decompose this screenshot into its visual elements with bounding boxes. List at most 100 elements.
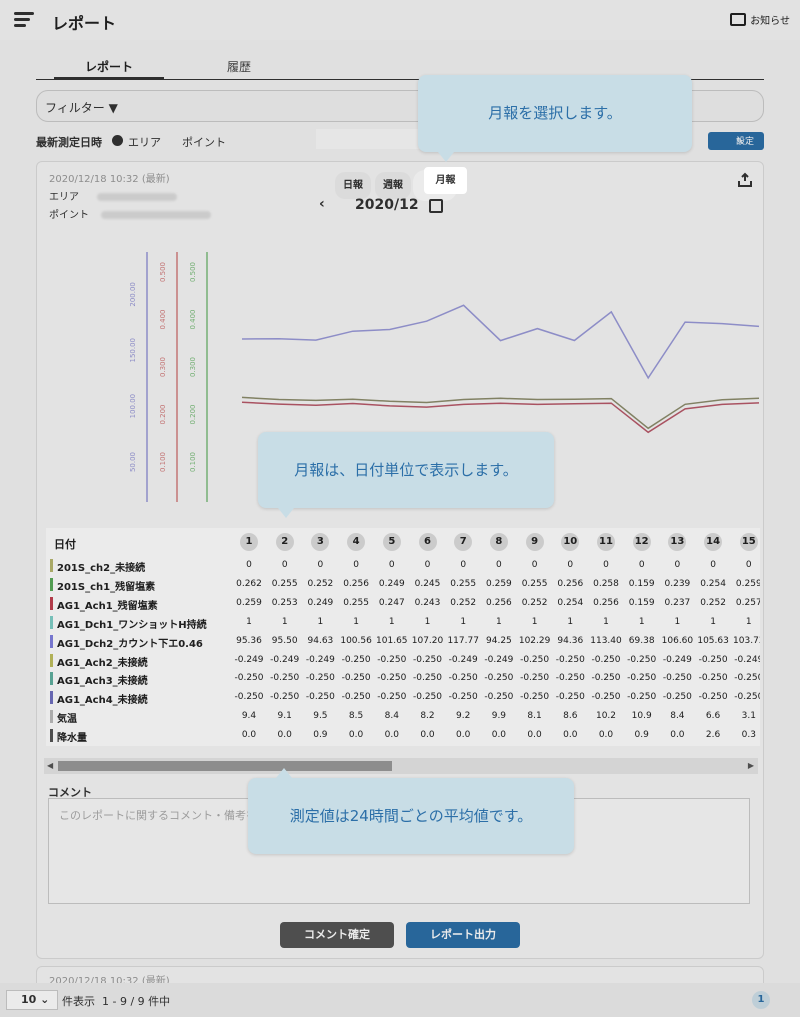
period-weekly-button[interactable]: 週報 — [375, 172, 411, 199]
table-cell: -0.250 — [412, 654, 442, 665]
day-header: 4 — [347, 533, 366, 551]
table-cell: 8.5 — [348, 711, 364, 722]
table-cell: 117.77 — [447, 635, 479, 646]
table-row: 201S_ch1_残留塩素 0.262 0.255 0.252 0.256 0.249 0.… — [46, 575, 760, 594]
table-cell: -0.250 — [377, 654, 407, 665]
result-range: 1 - 9 / 9 件中 — [102, 995, 171, 1008]
chevron-down-icon[interactable] — [112, 135, 123, 146]
per-page-unit: 件表示 — [62, 995, 95, 1008]
table-cell: -0.250 — [305, 692, 335, 703]
row-label: AG1_Ach2_未接続 — [57, 657, 148, 669]
page-title: レポート — [52, 14, 117, 33]
tick-label: 100.00 — [129, 394, 137, 419]
table-cell: 103.73 — [733, 635, 760, 646]
tick-label: 0.300 — [189, 357, 197, 377]
table-cell: -0.250 — [698, 692, 728, 703]
table-cell: 0.252 — [521, 597, 548, 608]
sort-point[interactable]: ポイント — [182, 134, 226, 150]
table-cell: 0.254 — [557, 597, 584, 608]
table-cell: 0.255 — [521, 578, 548, 589]
table-cell: 1 — [424, 616, 431, 627]
tab-history[interactable]: 履歴 — [184, 58, 294, 80]
row-label: 降水量 — [57, 733, 87, 745]
day-header: 3 — [311, 533, 330, 551]
day-header: 6 — [418, 533, 437, 551]
table-cell: 0.249 — [307, 597, 334, 608]
table-cell: -0.250 — [734, 673, 760, 684]
table-cell: 0 — [460, 560, 467, 570]
table-cell: 10.9 — [631, 711, 652, 722]
area-row: エリア — [49, 188, 177, 203]
export-report-button[interactable]: レポート出力 — [406, 922, 520, 948]
notice-label: お知らせ — [750, 16, 790, 27]
row-label: AG1_Dch2_カウント下エ0.46 — [57, 638, 203, 650]
table-cell: 1 — [317, 616, 324, 627]
table-cell: 0.0 — [563, 730, 578, 741]
table-cell: 0 — [246, 560, 252, 570]
table-cell: -0.250 — [448, 692, 478, 703]
settings-button[interactable]: ✎ 設定 — [708, 132, 764, 150]
table-cell: 0.3 — [741, 730, 756, 741]
table-cell: 95.36 — [236, 635, 262, 646]
table-cell: 107.20 — [411, 635, 444, 646]
tick-label: 0.300 — [159, 357, 167, 377]
tick-label: 50.00 — [129, 452, 137, 472]
table-cell: -0.250 — [627, 654, 657, 665]
monthly-highlight[interactable]: 月報 — [424, 167, 467, 194]
table-scrollbar[interactable]: ◀ ▶ — [44, 758, 758, 774]
monthly-highlight-label: 月報 — [435, 175, 456, 186]
prev-month-icon[interactable]: ‹ — [319, 196, 325, 212]
series-swatch — [50, 559, 53, 572]
series-swatch — [50, 634, 53, 648]
notice-button[interactable]: お知らせ — [730, 12, 790, 27]
scroll-right-icon[interactable]: ▶ — [748, 761, 754, 770]
table-cell: 1 — [745, 616, 752, 627]
table-cell: 113.40 — [590, 635, 622, 646]
table-cell: 9.1 — [277, 711, 292, 722]
point-value — [101, 211, 211, 219]
table-cell: 106.60 — [661, 635, 694, 646]
day-header: 9 — [525, 533, 544, 551]
table-cell: -0.250 — [412, 692, 442, 703]
tooltip-text: 月報は、日付単位で表示します。 — [294, 461, 518, 479]
tooltip-text: 月報を選択します。 — [488, 104, 622, 122]
app-header: レポート お知らせ — [0, 0, 800, 40]
export-icon[interactable] — [737, 172, 753, 188]
table-cell: 0.249 — [378, 578, 405, 589]
tab-report[interactable]: レポート — [54, 58, 164, 80]
scroll-left-icon[interactable]: ◀ — [47, 761, 53, 770]
table-cell: 1 — [674, 616, 681, 627]
table-cell: 0.0 — [277, 730, 292, 741]
table-cell: 0.0 — [670, 730, 685, 741]
confirm-comment-button[interactable]: コメント確定 — [280, 922, 394, 948]
table-cell: 0.259 — [486, 578, 512, 589]
table-cell: 0.258 — [593, 578, 619, 589]
date-header: 日付 — [54, 538, 76, 551]
period-daily-button[interactable]: 日報 — [335, 172, 371, 199]
per-page-select[interactable]: 10 ⌄ — [6, 990, 58, 1010]
day-header: 7 — [454, 533, 473, 551]
table-cell: -0.249 — [734, 654, 760, 665]
table-cell: -0.250 — [555, 692, 585, 703]
table-cell: 0.159 — [628, 578, 655, 589]
tick-label: 200.00 — [129, 282, 137, 307]
tick-label: 0.200 — [159, 404, 167, 424]
tooltip-select-monthly: 月報を選択します。 — [418, 75, 692, 162]
table-cell: 9.4 — [241, 711, 257, 722]
page-number[interactable]: 1 — [752, 991, 770, 1009]
menu-icon[interactable] — [14, 12, 34, 28]
table-cell: 0.255 — [450, 578, 477, 589]
sort-area[interactable]: エリア — [128, 134, 161, 150]
table-cell: 1 — [388, 616, 395, 627]
day-header: 11 — [597, 533, 615, 551]
table-cell: 0 — [353, 560, 359, 570]
scrollbar-thumb[interactable] — [58, 761, 392, 771]
table-cell: 1 — [281, 616, 288, 627]
calendar-icon[interactable] — [429, 199, 443, 213]
table-cell: 0.257 — [735, 597, 760, 608]
sort-latest[interactable]: 最新測定日時 — [36, 134, 102, 150]
table-row: AG1_Ach3_未接続 -0.250 -0.250 -0.250 -0.250 -0.2… — [46, 669, 760, 688]
table-cell: 1 — [710, 616, 716, 627]
per-page-label: 件表示 1 - 9 / 9 件中 — [62, 993, 170, 1009]
table-cell: -0.250 — [520, 692, 550, 703]
